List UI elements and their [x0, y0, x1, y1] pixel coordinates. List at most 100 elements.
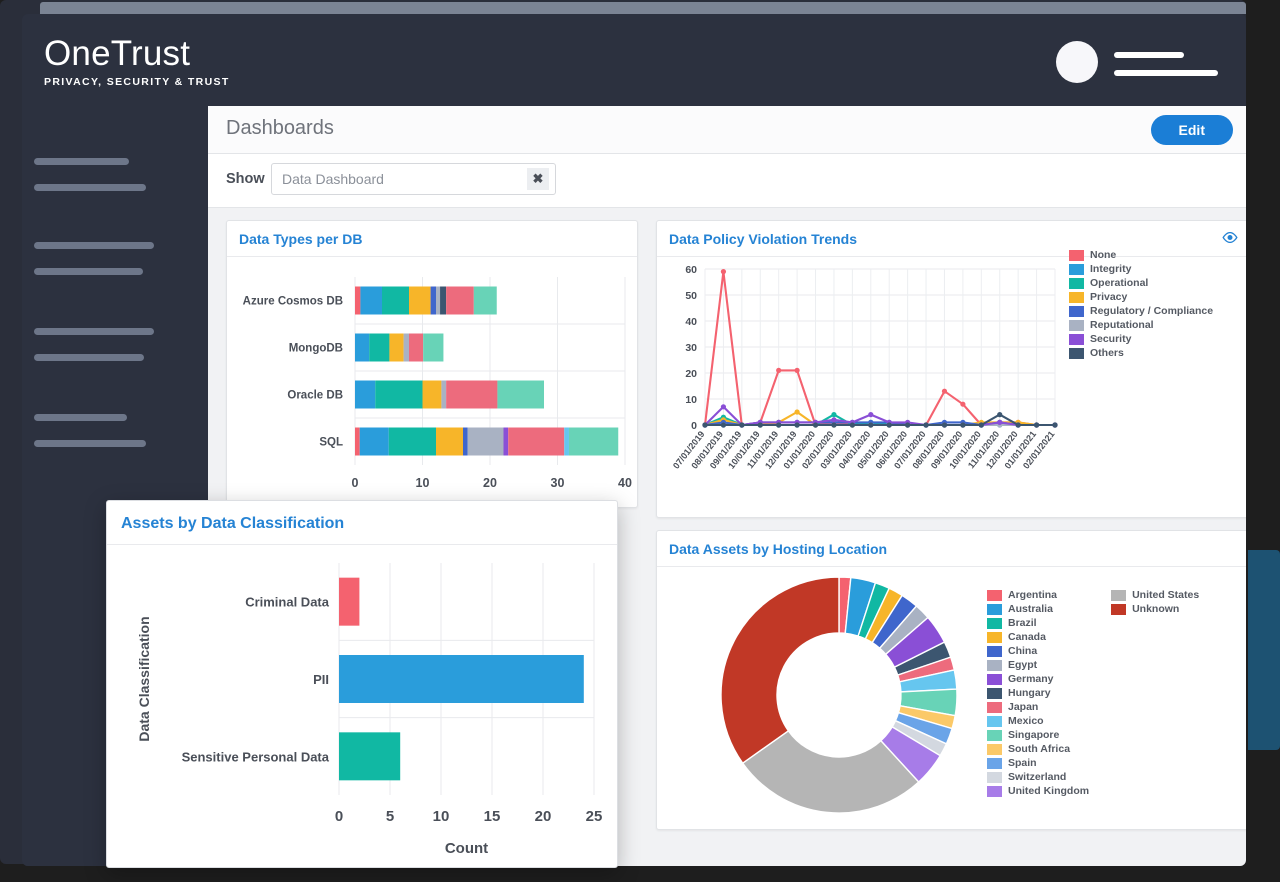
y-axis-label: Data Classification [136, 616, 152, 741]
dashboard-select[interactable]: Data Dashboard ✖ [271, 163, 556, 195]
x-axis-tick: 30 [551, 476, 565, 490]
window-title-strip [40, 2, 1246, 14]
sidebar-item-2-1[interactable] [34, 354, 144, 361]
edit-button[interactable]: Edit [1150, 115, 1233, 145]
x-axis-tick: 0 [352, 476, 359, 490]
card-title: Data Types per DB [239, 231, 363, 247]
bar[interactable] [339, 655, 584, 703]
legend-item[interactable]: Spain [987, 757, 1089, 769]
legend-swatch [1069, 263, 1084, 275]
legend-item[interactable]: Security [1069, 333, 1213, 345]
legend-item[interactable]: China [987, 645, 1089, 657]
sidebar-item-2-0[interactable] [34, 328, 154, 335]
legend-item[interactable]: Others [1069, 347, 1213, 359]
legend-item[interactable]: Hungary [987, 687, 1089, 699]
legend-item[interactable]: Unknown [1111, 603, 1199, 615]
legend-item[interactable]: Mexico [987, 715, 1089, 727]
legend-swatch [987, 757, 1002, 769]
x-axis-tick: 0 [335, 808, 343, 825]
y-axis-tick: 0 [691, 420, 697, 432]
legend-label: Integrity [1090, 263, 1132, 275]
legend-label: Japan [1008, 701, 1039, 713]
legend-swatch [987, 771, 1002, 783]
legend-item[interactable]: United States [1111, 589, 1199, 601]
legend-item[interactable]: Argentina [987, 589, 1089, 601]
legend-label: Security [1090, 333, 1132, 345]
hamburger-menu-icon[interactable] [1114, 52, 1218, 76]
bar-category-label: SQL [319, 437, 343, 449]
legend-item[interactable]: Singapore [987, 729, 1089, 741]
sidebar-item-3-0[interactable] [34, 414, 127, 421]
legend-label: Regulatory / Compliance [1090, 305, 1214, 317]
sidebar-item-1-0[interactable] [34, 242, 154, 249]
legend-swatch [1069, 347, 1084, 359]
dashboard-grid: Data Types per DB Azure Cosmos DB MongoDB… [208, 208, 1246, 830]
chart-data-types-per-db[interactable]: Azure Cosmos DB MongoDB Oracle DB SQL 0 10 20 3… [227, 257, 637, 507]
legend-item[interactable]: Germany [987, 673, 1089, 685]
y-axis-tick: 10 [685, 394, 697, 406]
legend-item[interactable]: Regulatory / Compliance [1069, 305, 1213, 317]
x-axis-tick: 40 [618, 476, 632, 490]
legend-swatch [987, 617, 1002, 629]
legend-label: Argentina [1008, 589, 1058, 601]
bar-category-label: Sensitive Personal Data [182, 749, 330, 764]
x-axis-tick: 5 [386, 808, 394, 825]
legend-item[interactable]: None [1069, 249, 1213, 261]
legend-label: Mexico [1008, 715, 1044, 727]
legend-item[interactable]: Reputational [1069, 319, 1213, 331]
legend-swatch [987, 659, 1002, 671]
legend-swatch [987, 729, 1002, 741]
legend-swatch [1069, 319, 1084, 331]
legend-swatch [1069, 291, 1084, 303]
legend-label: China [1008, 645, 1038, 657]
legend-label: Spain [1008, 757, 1037, 769]
legend-item[interactable]: Canada [987, 631, 1089, 643]
chart-assets-by-data-classification[interactable]: Criminal Data PII Sensitive Personal Data 0… [107, 545, 617, 867]
legend-item[interactable]: Egypt [987, 659, 1089, 671]
y-axis-tick: 30 [685, 342, 697, 354]
legend-item[interactable]: South Africa [987, 743, 1089, 755]
clear-icon[interactable]: ✖ [527, 168, 549, 190]
legend-item[interactable]: Switzerland [987, 771, 1089, 783]
brand-name: OneTrust [44, 34, 191, 73]
legend-item[interactable]: Brazil [987, 617, 1089, 629]
legend-label: Operational [1090, 277, 1149, 289]
brand-logo[interactable]: OneTrust PRIVACY, SECURITY & TRUST [44, 34, 230, 89]
legend-swatch [987, 687, 1002, 699]
bar[interactable] [339, 732, 401, 781]
x-axis-tick: 10 [433, 808, 450, 825]
page-header: Dashboards Edit [208, 106, 1246, 154]
legend-swatch [987, 701, 1002, 713]
legend-item[interactable]: United Kingdom [987, 785, 1089, 797]
y-axis-tick: 40 [685, 316, 697, 328]
bar-category-label: PII [313, 672, 329, 687]
legend-label: Australia [1008, 603, 1053, 615]
brand-tagline: PRIVACY, SECURITY & TRUST [44, 76, 230, 88]
legend-swatch [1069, 277, 1084, 289]
dashboard-select-value: Data Dashboard [282, 171, 384, 187]
sidebar-item-0-1[interactable] [34, 184, 146, 191]
accent-strip [1248, 550, 1280, 750]
donut-slice[interactable] [720, 576, 840, 765]
eye-icon[interactable] [1222, 232, 1238, 243]
legend-swatch [987, 743, 1002, 755]
legend-item[interactable]: Japan [987, 701, 1089, 713]
y-axis-tick: 50 [685, 290, 697, 302]
page-title: Dashboards [226, 117, 334, 139]
sidebar-item-0-0[interactable] [34, 158, 129, 165]
legend-item[interactable]: Privacy [1069, 291, 1213, 303]
card-title: Data Assets by Hosting Location [669, 541, 888, 557]
legend-label: Brazil [1008, 617, 1037, 629]
legend-item[interactable]: Integrity [1069, 263, 1213, 275]
legend-item[interactable]: Australia [987, 603, 1089, 615]
bar[interactable] [339, 577, 360, 626]
legend-item[interactable]: Operational [1069, 277, 1213, 289]
avatar[interactable] [1056, 41, 1098, 83]
card-header: Assets by Data Classification [107, 501, 617, 545]
sidebar-item-1-1[interactable] [34, 268, 143, 275]
legend-label: Canada [1008, 631, 1046, 643]
legend-label: Singapore [1008, 729, 1060, 741]
sidebar-item-3-1[interactable] [34, 440, 146, 447]
bar-category-label: MongoDB [289, 343, 343, 355]
legend-label: Germany [1008, 673, 1054, 685]
